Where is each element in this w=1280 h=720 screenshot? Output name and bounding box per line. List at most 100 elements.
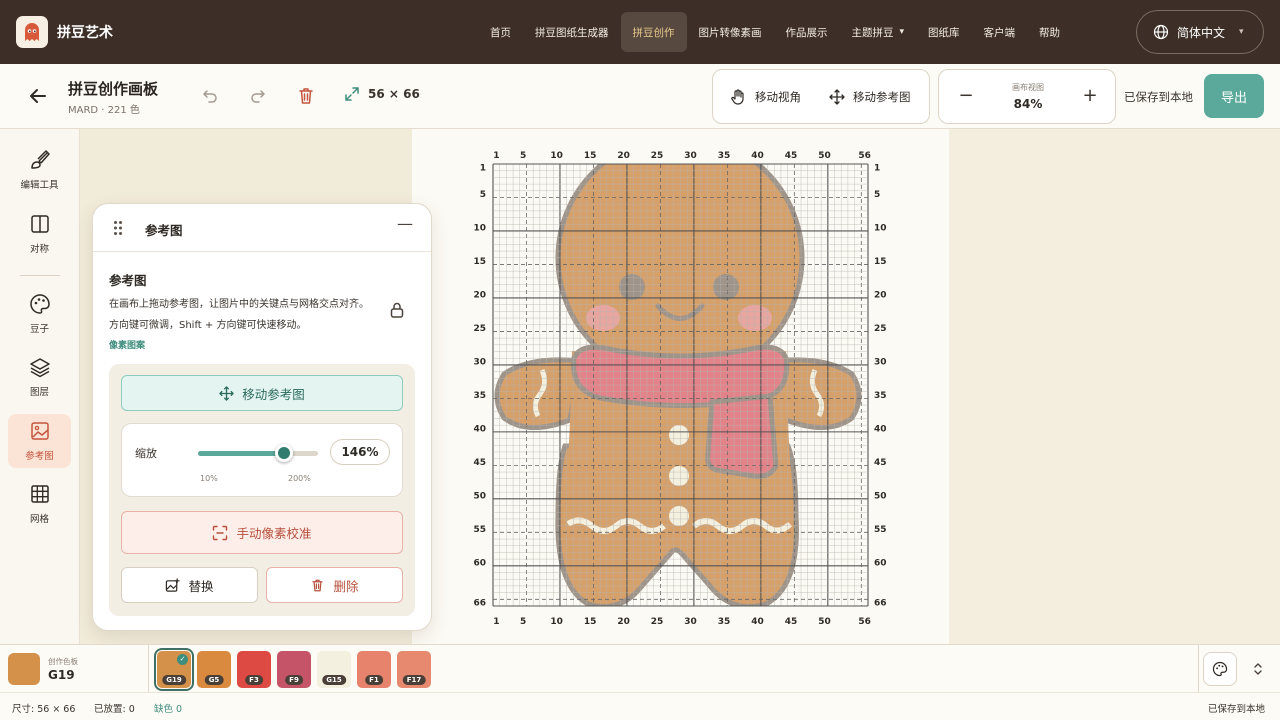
column-tick-label: 10	[550, 151, 563, 161]
row-tick-label: 50	[473, 492, 486, 502]
zoom-in-button[interactable]: +	[1079, 85, 1101, 106]
move-view-button[interactable]: 移动视角	[729, 88, 801, 106]
replace-image-button[interactable]: 替换	[121, 567, 258, 603]
move-view-label: 移动视角	[755, 89, 801, 104]
pixel-grid-canvas[interactable]: 1155101015152020252530303535404045455050…	[470, 146, 900, 632]
sidebar-item-reference[interactable]: 参考图	[8, 414, 71, 468]
move-reference-label: 移动参考图	[242, 386, 305, 402]
move-ref-toolbar-label: 移动参考图	[853, 89, 911, 104]
column-tick-label: 35	[718, 151, 731, 161]
column-tick-label: 20	[617, 151, 630, 161]
column-tick-label: 45	[785, 151, 798, 161]
move-reference-button[interactable]: 移动参考图	[121, 375, 403, 411]
row-tick-label: 5	[480, 190, 486, 200]
row-tick-label: 1	[874, 163, 880, 173]
move-ref-toolbar-button[interactable]: 移动参考图	[829, 88, 911, 105]
pixel-pattern-link[interactable]: 像素图案	[109, 338, 145, 351]
column-tick-label: 1	[493, 151, 499, 161]
nav-item-3[interactable]: 图片转像素画	[687, 12, 774, 52]
nav-item-7[interactable]: 客户端	[972, 12, 1028, 52]
row-tick-label: 10	[874, 224, 887, 234]
sidebar-item-layers[interactable]: 图层	[8, 350, 71, 404]
current-color-code: G19	[48, 668, 75, 682]
drag-handle-icon[interactable]	[113, 220, 123, 236]
sidebar-item-beads[interactable]: 豆子	[8, 287, 71, 341]
language-selector[interactable]: 简体中文 ▾	[1136, 10, 1264, 54]
reference-image[interactable]	[494, 146, 862, 607]
move-arrows-icon	[219, 385, 234, 401]
color-swatch[interactable]: F17	[397, 651, 431, 688]
minimize-icon[interactable]: —	[397, 214, 413, 233]
nav-item-2[interactable]: 拼豆创作	[620, 12, 687, 52]
row-tick-label: 25	[874, 324, 887, 334]
palette-divider	[148, 645, 149, 693]
row-tick-label: 66	[874, 599, 887, 609]
column-tick-label: 50	[818, 617, 831, 627]
nav-item-5[interactable]: 主题拼豆 ▾	[840, 12, 917, 52]
swatch-code: F17	[402, 675, 426, 685]
nav-item-label: 首页	[490, 26, 511, 39]
sidebar-item-symmetry[interactable]: 对称	[8, 207, 71, 261]
row-tick-label: 45	[473, 458, 486, 468]
manual-calibration-button[interactable]: 手动像素校准	[121, 511, 403, 554]
nav-item-6[interactable]: 图纸库	[916, 12, 972, 52]
nav-item-0[interactable]: 首页	[478, 12, 523, 52]
scale-card: 缩放 10% 200% 146%	[121, 423, 403, 497]
redo-icon[interactable]	[248, 86, 268, 106]
row-tick-label: 40	[473, 425, 486, 435]
color-swatch[interactable]: F1	[357, 651, 391, 688]
check-icon: ✓	[177, 654, 188, 665]
chevron-down-icon: ▾	[1239, 27, 1244, 37]
expand-toggle-icon[interactable]	[1253, 661, 1263, 677]
color-swatch[interactable]: G15	[317, 651, 351, 688]
nav-item-label: 作品展示	[785, 26, 828, 39]
undo-icon[interactable]	[200, 86, 220, 106]
color-swatch[interactable]: G19 ✓	[154, 648, 194, 691]
delete-image-button[interactable]: 删除	[266, 567, 403, 603]
sidebar-label: 豆子	[29, 324, 49, 335]
brand-logo	[16, 16, 48, 48]
move-mode-group: 移动视角 移动参考图	[712, 69, 930, 124]
column-tick-label: 45	[785, 617, 798, 627]
sidebar-item-grid[interactable]: 网格	[8, 477, 71, 531]
trash-icon[interactable]	[296, 86, 316, 106]
status-missing-colors[interactable]: 缺色 0	[154, 701, 182, 715]
column-tick-label: 10	[550, 617, 563, 627]
current-color-swatch[interactable]	[8, 653, 40, 685]
column-tick-label: 15	[584, 617, 597, 627]
swatch-code: F9	[285, 675, 303, 685]
scale-slider[interactable]	[198, 451, 318, 456]
sidebar-item-edit-tools[interactable]: 编辑工具	[8, 143, 71, 197]
nav-item-1[interactable]: 拼豆图纸生成器	[523, 12, 621, 52]
lock-icon[interactable]	[389, 301, 405, 319]
column-tick-label: 15	[584, 151, 597, 161]
column-tick-label: 40	[751, 151, 764, 161]
nav-item-4[interactable]: 作品展示	[774, 12, 840, 52]
scale-value-input[interactable]: 146%	[330, 439, 390, 465]
top-navigation: 拼豆艺术 首页 拼豆图纸生成器 拼豆创作 图片转像素画 作品展示 主题拼豆 ▾ 图纸库 客户端 帮…	[0, 0, 1280, 64]
sidebar-label: 对称	[29, 244, 49, 255]
slider-thumb[interactable]	[275, 444, 294, 462]
export-button[interactable]: 导出	[1204, 74, 1264, 118]
palette-picker-button[interactable]	[1203, 652, 1237, 686]
nav-item-label: 图纸库	[928, 26, 960, 39]
back-arrow-icon[interactable]	[26, 84, 50, 108]
column-tick-label: 1	[493, 617, 499, 627]
row-tick-label: 66	[473, 599, 486, 609]
panel-header[interactable]: 参考图 —	[93, 204, 431, 252]
brand[interactable]: 拼豆艺术	[16, 16, 113, 48]
trash-icon	[312, 579, 324, 591]
canvas-size-button[interactable]: 56 × 66	[344, 86, 420, 102]
sidebar-label: 编辑工具	[20, 180, 59, 191]
symmetry-icon	[30, 215, 49, 233]
page-subtitle: MARD · 221 色	[68, 105, 140, 116]
nav-item-8[interactable]: 帮助	[1027, 12, 1072, 52]
color-swatch[interactable]: F3	[237, 651, 271, 688]
grid-icon	[30, 485, 49, 503]
image-plus-icon	[166, 577, 181, 592]
color-swatch[interactable]: G5	[197, 651, 231, 688]
color-swatch[interactable]: F9	[277, 651, 311, 688]
sidebar-label: 图层	[29, 387, 49, 398]
swatch-code: G15	[322, 675, 346, 685]
palette-icon	[1212, 661, 1228, 677]
